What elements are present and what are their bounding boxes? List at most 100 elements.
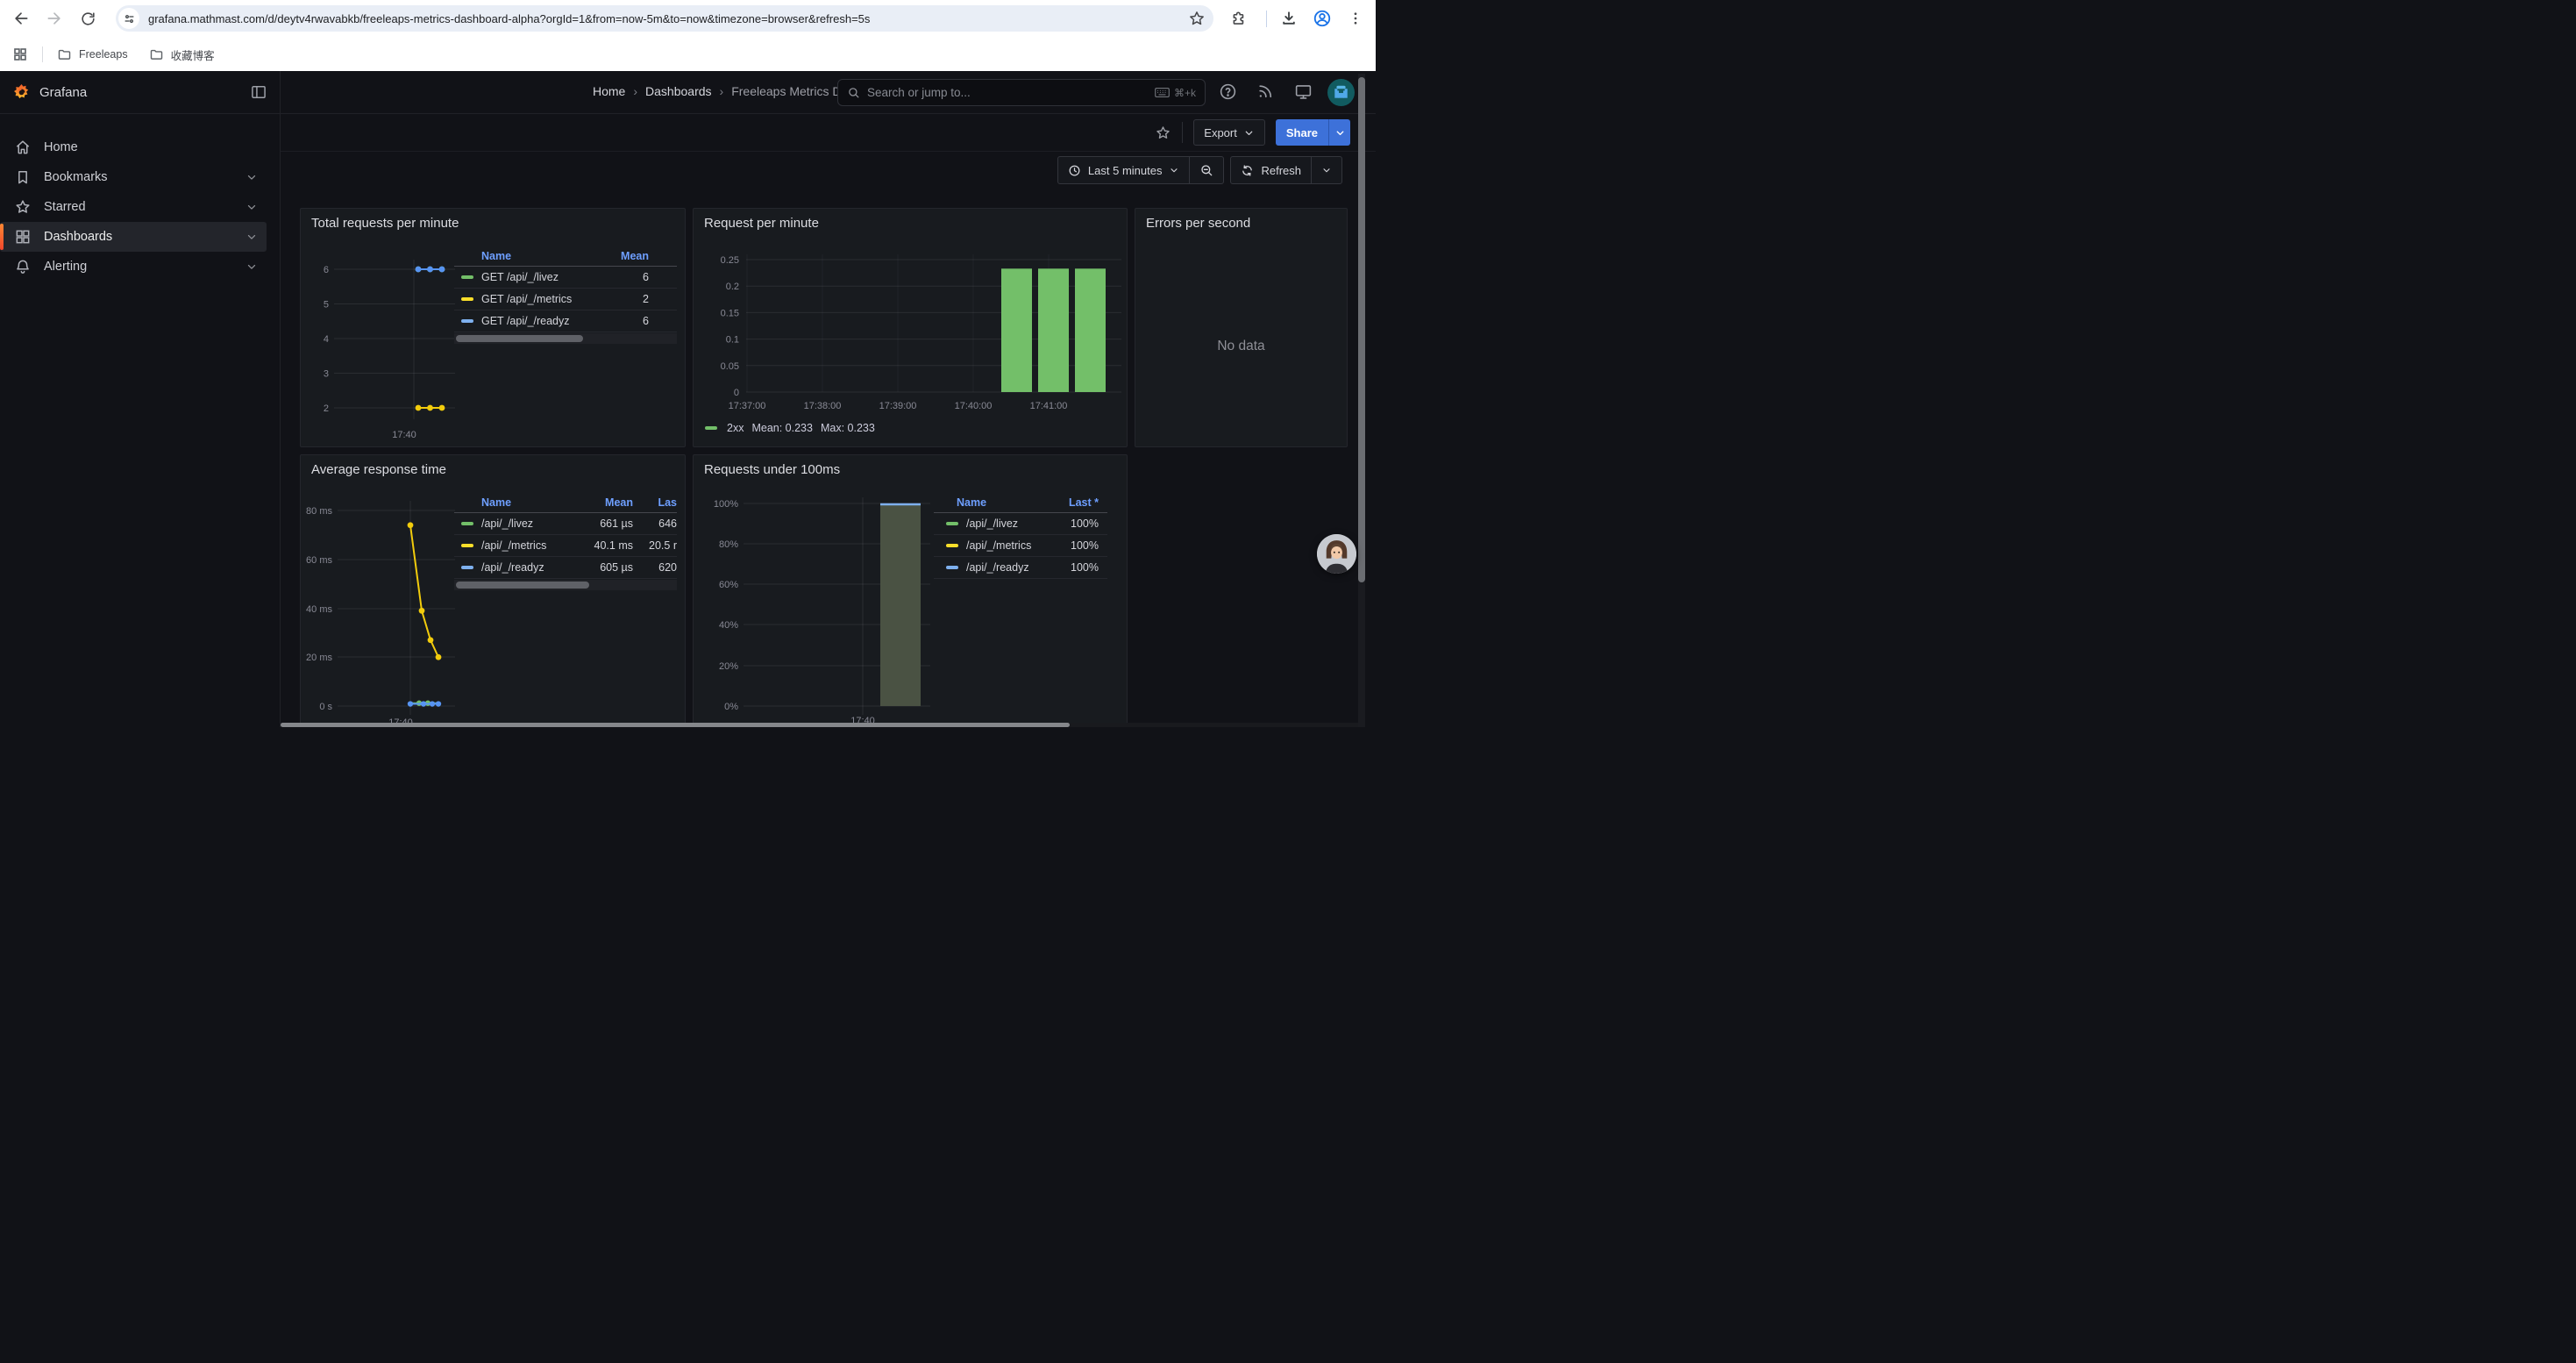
chevron-down-icon[interactable] xyxy=(246,260,258,273)
svg-text:0.15: 0.15 xyxy=(721,308,739,318)
horizontal-scrollbar-thumb[interactable] xyxy=(281,723,1070,727)
news-rss-button[interactable] xyxy=(1256,82,1274,100)
panel-average-response-time[interactable]: Average response time 80 ms60 ms40 ms20 … xyxy=(300,454,686,727)
sidebar-toggle-button[interactable] xyxy=(250,83,267,101)
back-button[interactable] xyxy=(8,5,34,32)
share-button[interactable]: Share xyxy=(1276,119,1328,146)
sidebar-item-home[interactable]: Home xyxy=(0,132,267,162)
search-shortcut: ⌘+k xyxy=(1155,87,1196,99)
vertical-scrollbar[interactable] xyxy=(1358,74,1365,727)
download-button[interactable] xyxy=(1276,5,1302,32)
grafana-header: Grafana Home › Dashboards › Freeleaps Me… xyxy=(0,71,1376,114)
breadcrumb-dashboards[interactable]: Dashboards xyxy=(645,84,712,98)
floating-assistant-avatar[interactable] xyxy=(1317,534,1356,574)
dashboard-main: Export Share Last 5 minutes xyxy=(281,114,1376,727)
svg-text:40 ms: 40 ms xyxy=(306,604,332,615)
address-bar[interactable]: grafana.mathmast.com/d/deytv4rwavabkb/fr… xyxy=(116,5,1213,32)
legend-scrollbar-thumb[interactable] xyxy=(456,582,589,589)
breadcrumb-home[interactable]: Home xyxy=(593,84,625,98)
star-icon xyxy=(1155,125,1171,141)
legend-scrollbar[interactable] xyxy=(454,333,677,344)
panel-title[interactable]: Requests under 100ms xyxy=(704,462,840,477)
legend-row[interactable]: /api/_/livez100% xyxy=(934,513,1107,535)
folder-icon xyxy=(57,47,72,62)
browser-toolbar: grafana.mathmast.com/d/deytv4rwavabkb/fr… xyxy=(0,0,1376,38)
chevron-down-icon xyxy=(1334,127,1346,139)
site-settings-icon[interactable] xyxy=(118,8,139,29)
legend-row[interactable]: /api/_/readyz100% xyxy=(934,557,1107,579)
panel-title[interactable]: Total requests per minute xyxy=(311,216,459,231)
panel-title[interactable]: Errors per second xyxy=(1146,216,1250,231)
user-avatar[interactable] xyxy=(1327,79,1355,106)
profile-button[interactable] xyxy=(1309,5,1335,32)
panel-requests-under-100ms[interactable]: Requests under 100ms 100%80%60%40%20%0%1… xyxy=(693,454,1128,727)
bookmarks-bar: Freeleaps 收藏博客 xyxy=(0,38,1376,71)
sidebar-item-starred[interactable]: Starred xyxy=(0,192,267,222)
share-label: Share xyxy=(1286,126,1318,139)
zoom-out-button[interactable] xyxy=(1189,157,1223,183)
apps-button[interactable] xyxy=(5,41,35,68)
legend-row[interactable]: /api/_/metrics40.1 ms20.5 r xyxy=(454,535,677,557)
refresh-button[interactable]: Refresh xyxy=(1231,157,1311,183)
bookmark-folder-blogs[interactable]: 收藏博客 xyxy=(142,43,222,67)
horizontal-scrollbar[interactable] xyxy=(281,723,1358,727)
panel-errors-per-second[interactable]: Errors per second No data xyxy=(1135,208,1348,447)
help-button[interactable] xyxy=(1219,82,1237,101)
svg-text:0 s: 0 s xyxy=(319,702,332,712)
panel-title[interactable]: Request per minute xyxy=(704,216,819,231)
chevron-down-icon[interactable] xyxy=(246,171,258,183)
sidebar-item-bookmarks[interactable]: Bookmarks xyxy=(0,162,267,192)
refresh-label: Refresh xyxy=(1261,164,1301,177)
kiosk-monitor-button[interactable] xyxy=(1294,82,1313,101)
chevron-down-icon[interactable] xyxy=(246,201,258,213)
panel-total-requests[interactable]: Total requests per minute 6543217:40 Nam… xyxy=(300,208,686,447)
legend-row[interactable]: /api/_/readyz605 µs620 xyxy=(454,557,677,579)
url-text[interactable]: grafana.mathmast.com/d/deytv4rwavabkb/fr… xyxy=(148,12,870,25)
series-color-pill xyxy=(461,522,473,525)
export-button[interactable]: Export xyxy=(1193,119,1265,146)
panel-title[interactable]: Average response time xyxy=(311,462,446,477)
vertical-scrollbar-thumb[interactable] xyxy=(1358,77,1365,582)
forward-button[interactable] xyxy=(41,5,68,32)
panel-request-per-minute[interactable]: Request per minute 0.250.20.150.10.05017… xyxy=(693,208,1128,447)
legend-scrollbar-thumb[interactable] xyxy=(456,335,583,342)
browser-menu-button[interactable] xyxy=(1342,5,1369,32)
svg-text:60%: 60% xyxy=(719,580,738,590)
legend-table: NameMeanGET /api/_/livez6GET /api/_/metr… xyxy=(454,246,677,344)
sidebar-item-label: Bookmarks xyxy=(44,170,108,184)
time-range-label: Last 5 minutes xyxy=(1088,164,1163,177)
search-input[interactable]: Search or jump to... ⌘+k xyxy=(837,79,1206,106)
svg-text:3: 3 xyxy=(324,369,329,380)
reload-button[interactable] xyxy=(75,5,101,32)
chevron-down-icon[interactable] xyxy=(246,231,258,243)
sidebar-item-alerting[interactable]: Alerting xyxy=(0,252,267,282)
dashboards-grid-icon xyxy=(14,228,32,246)
rss-icon xyxy=(1256,82,1274,100)
chevron-down-icon xyxy=(1321,165,1332,175)
series-color-pill xyxy=(946,522,958,525)
share-button-group: Share xyxy=(1276,119,1350,146)
legend-row[interactable]: /api/_/metrics100% xyxy=(934,535,1107,557)
time-range-picker[interactable]: Last 5 minutes xyxy=(1058,157,1190,183)
svg-text:17:41:00: 17:41:00 xyxy=(1030,401,1068,411)
legend-row[interactable]: GET /api/_/readyz6 xyxy=(454,310,677,332)
legend-series-label: 2xx xyxy=(727,422,744,434)
favorite-star-button[interactable] xyxy=(1155,125,1171,141)
bookmark-star-icon[interactable] xyxy=(1188,10,1206,27)
help-icon xyxy=(1219,82,1237,101)
legend-row[interactable]: /api/_/livez661 µs646 xyxy=(454,513,677,535)
extensions-button[interactable] xyxy=(1225,5,1251,32)
svg-text:5: 5 xyxy=(324,300,329,310)
refresh-interval-button[interactable] xyxy=(1311,157,1341,183)
sidebar-item-dashboards[interactable]: Dashboards xyxy=(0,222,267,252)
legend-row[interactable]: GET /api/_/livez6 xyxy=(454,267,677,289)
folder-icon xyxy=(149,47,164,62)
legend-header: NameMeanLas xyxy=(454,492,677,513)
kebab-menu-icon xyxy=(1348,11,1363,26)
chart-legend[interactable]: 2xx Mean: 0.233 Max: 0.233 xyxy=(705,422,875,434)
bookmark-folder-freeleaps[interactable]: Freeleaps xyxy=(50,44,135,66)
keyboard-icon xyxy=(1155,87,1170,98)
legend-row[interactable]: GET /api/_/metrics2 xyxy=(454,289,677,310)
legend-scrollbar[interactable] xyxy=(454,580,677,590)
share-menu-button[interactable] xyxy=(1328,119,1350,146)
